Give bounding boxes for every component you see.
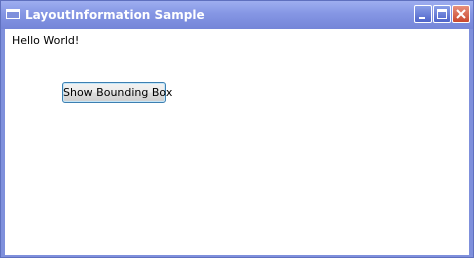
app-window: LayoutInformation Sample Hello World! Sh… [0, 0, 474, 258]
hello-text: Hello World! [12, 34, 80, 47]
window-icon [6, 9, 20, 19]
show-bounding-box-button[interactable]: Show Bounding Box [62, 82, 172, 103]
minimize-icon [419, 17, 425, 19]
client-area: Hello World! Show Bounding Box [5, 29, 469, 255]
minimize-button[interactable] [414, 5, 432, 23]
window-title: LayoutInformation Sample [25, 8, 205, 22]
maximize-button[interactable] [433, 5, 451, 23]
close-button[interactable] [452, 5, 470, 23]
close-icon [456, 9, 466, 19]
maximize-icon [437, 9, 447, 19]
title-bar[interactable]: LayoutInformation Sample [1, 1, 473, 29]
